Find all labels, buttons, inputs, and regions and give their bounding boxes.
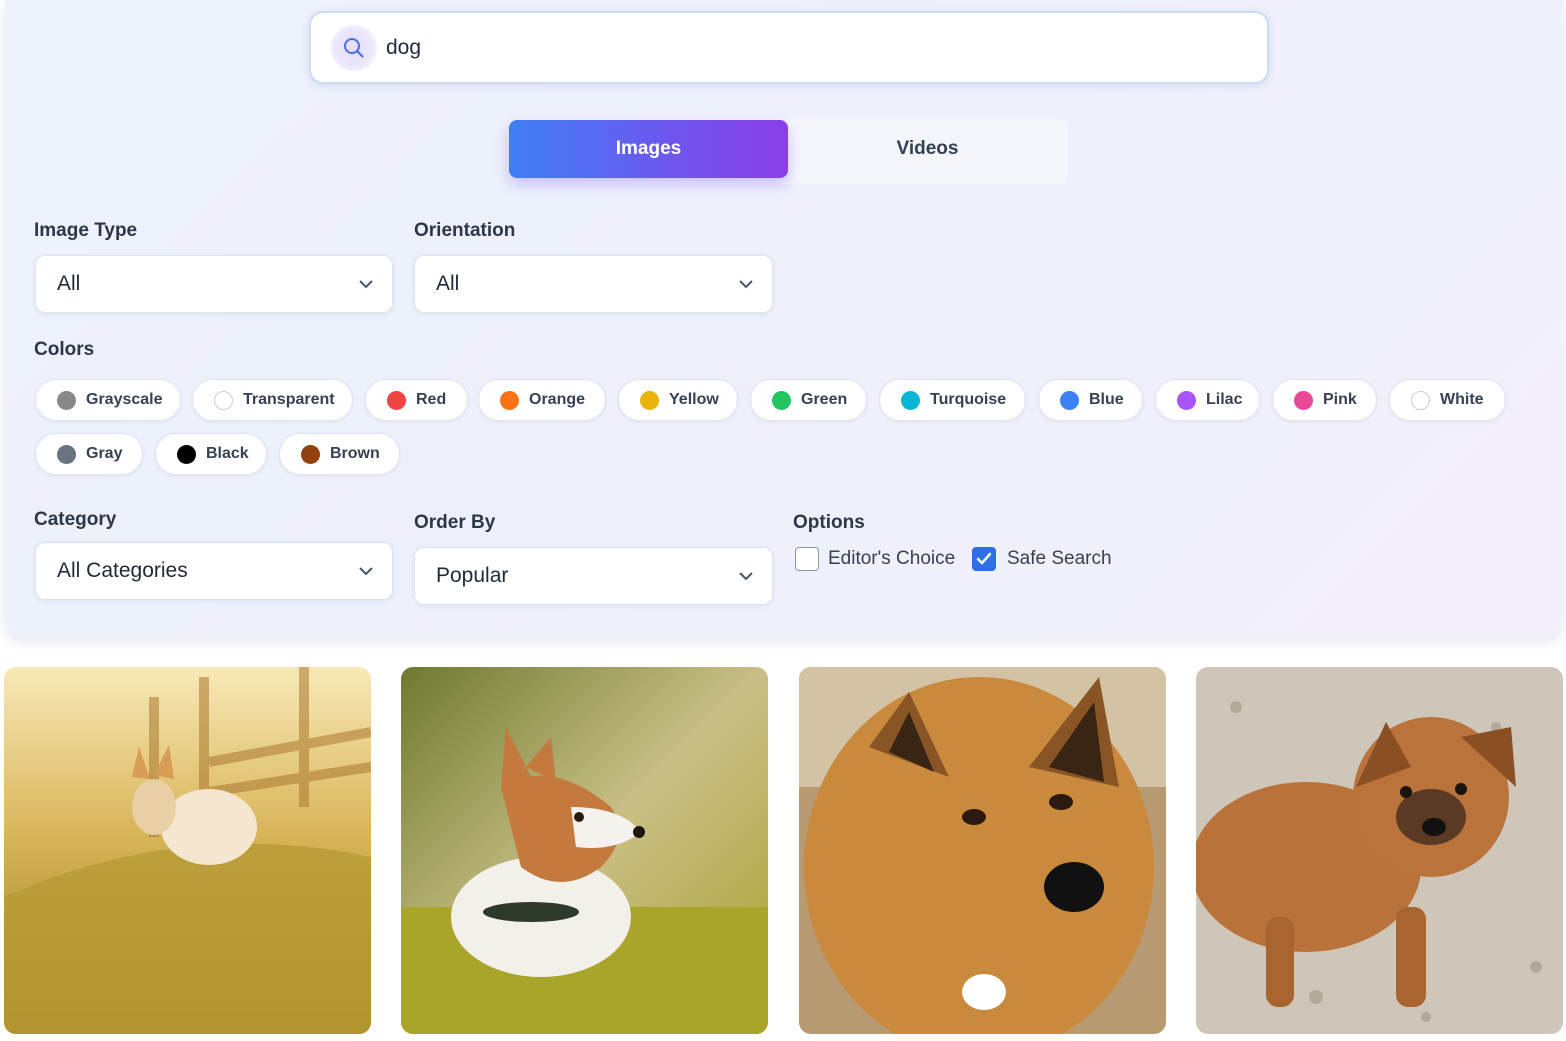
color-chip-red[interactable]: Red	[365, 379, 468, 421]
color-chip-yellow[interactable]: Yellow	[618, 379, 738, 421]
editors-choice-checkbox[interactable]	[795, 547, 819, 571]
yellow-swatch-icon	[640, 390, 659, 410]
lilac-swatch-icon	[1177, 390, 1196, 410]
grayscale-swatch-icon	[57, 390, 76, 410]
order-by-value: Popular	[436, 564, 509, 587]
orientation-select[interactable]: All	[414, 255, 773, 313]
color-chip-turquoise[interactable]: Turquoise	[879, 379, 1026, 421]
white-swatch-icon	[1411, 390, 1430, 410]
color-chip-lilac[interactable]: Lilac	[1155, 379, 1260, 421]
turquoise-swatch-icon	[901, 390, 920, 410]
color-chip-pink[interactable]: Pink	[1272, 379, 1377, 421]
color-chip-label: Black	[206, 445, 249, 462]
color-chip-label: Turquoise	[930, 391, 1007, 408]
color-chip-grayscale[interactable]: Grayscale	[35, 379, 181, 421]
color-chip-label: White	[1440, 391, 1484, 408]
green-swatch-icon	[772, 390, 791, 410]
safe-search-checkbox[interactable]	[972, 547, 996, 571]
color-chip-label: Lilac	[1206, 391, 1243, 408]
color-chip-label: Transparent	[243, 391, 335, 408]
image-type-value: All	[57, 272, 81, 295]
brown-swatch-icon	[301, 444, 320, 464]
color-chip-transparent[interactable]: Transparent	[192, 379, 353, 421]
result-image-brown-puppy[interactable]	[1196, 667, 1563, 1034]
safe-search-label[interactable]: Safe Search	[1007, 548, 1112, 570]
black-swatch-icon	[177, 444, 196, 464]
color-chip-blue[interactable]: Blue	[1038, 379, 1143, 421]
colors-label: Colors	[34, 339, 95, 360]
color-chip-black[interactable]: Black	[155, 433, 267, 475]
color-chip-white[interactable]: White	[1389, 379, 1506, 421]
chevron-down-icon	[739, 572, 753, 581]
color-chip-label: Brown	[330, 445, 380, 462]
search-icon[interactable]	[331, 25, 377, 71]
color-chip-gray[interactable]: Gray	[35, 433, 143, 475]
order-by-select[interactable]: Popular	[414, 547, 773, 605]
image-type-label: Image Type	[34, 220, 138, 241]
result-image-fluffy-dog[interactable]	[799, 667, 1166, 1034]
result-image-corgi-golden-field[interactable]	[4, 667, 371, 1034]
color-chip-label: Gray	[86, 445, 123, 462]
color-chip-label: Yellow	[669, 391, 719, 408]
color-chip-label: Red	[416, 391, 447, 408]
color-chip-label: Grayscale	[86, 391, 163, 408]
color-chip-orange[interactable]: Orange	[478, 379, 606, 421]
color-chip-brown[interactable]: Brown	[279, 433, 400, 475]
gray-swatch-icon	[57, 444, 76, 464]
order-by-label: Order By	[414, 512, 496, 533]
category-value: All Categories	[57, 559, 188, 582]
media-type-tabs: Images Videos	[508, 118, 1068, 184]
chevron-down-icon	[359, 280, 373, 289]
checkmark-icon	[976, 552, 992, 565]
transparent-swatch-icon	[214, 390, 233, 410]
tab-videos[interactable]: Videos	[788, 120, 1067, 178]
options-label: Options	[793, 512, 865, 533]
image-type-select[interactable]: All	[35, 255, 393, 313]
color-chip-label: Pink	[1323, 391, 1357, 408]
red-swatch-icon	[387, 390, 406, 410]
color-chip-label: Orange	[529, 391, 586, 408]
tab-images[interactable]: Images	[509, 120, 788, 178]
orientation-label: Orientation	[414, 220, 516, 241]
result-image-corgi-grass[interactable]	[401, 667, 768, 1034]
editors-choice-label[interactable]: Editor's Choice	[828, 548, 955, 570]
search-input[interactable]	[386, 29, 1226, 67]
category-label: Category	[34, 509, 117, 530]
chevron-down-icon	[739, 280, 753, 289]
blue-swatch-icon	[1060, 390, 1079, 410]
orange-swatch-icon	[500, 390, 519, 410]
category-select[interactable]: All Categories	[35, 542, 393, 600]
orientation-value: All	[436, 272, 460, 295]
chevron-down-icon	[359, 567, 373, 576]
color-chip-label: Green	[801, 391, 848, 408]
filter-panel: Images Videos Image Type All Orientation…	[5, 0, 1563, 636]
color-chip-label: Blue	[1089, 391, 1124, 408]
pink-swatch-icon	[1294, 390, 1313, 410]
color-chip-green[interactable]: Green	[750, 379, 867, 421]
